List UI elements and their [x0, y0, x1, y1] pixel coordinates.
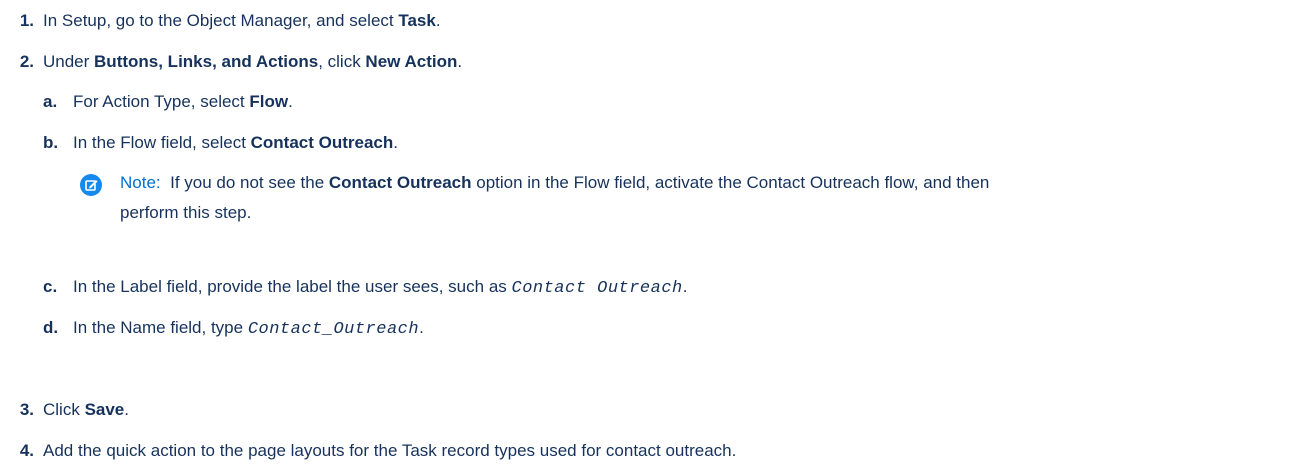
- text-run: option in the Flow field, activate the C…: [471, 173, 990, 192]
- edit-note-icon: [80, 174, 102, 196]
- step-number: c.: [43, 277, 58, 296]
- text-run: , click: [318, 52, 366, 71]
- text-run: Click: [43, 400, 85, 419]
- step-number: 1.: [19, 11, 34, 30]
- step-text: Click Save.: [43, 398, 129, 422]
- code-text: Contact Outreach: [511, 279, 683, 298]
- step-text: Under Buttons, Links, and Actions, click…: [43, 50, 462, 74]
- code-text: Contact_Outreach: [247, 320, 420, 339]
- bold-text: New Action: [365, 52, 458, 71]
- note-label: Note:: [120, 173, 161, 192]
- bold-text: Flow: [249, 92, 289, 111]
- step-text: In the Label field, provide the label th…: [73, 275, 687, 301]
- text-run: In Setup, go to the Object Manager, and …: [43, 11, 399, 30]
- text-run: .: [393, 133, 399, 152]
- text-run: .: [124, 400, 129, 419]
- step-number: a.: [43, 92, 58, 111]
- text-run: .: [419, 318, 424, 337]
- text-run: .: [435, 11, 441, 30]
- text-run: In the Flow field, select: [73, 133, 251, 152]
- text-run: For Action Type, select: [73, 92, 250, 111]
- text-run: In the Name field, type: [73, 318, 248, 337]
- step-text: In Setup, go to the Object Manager, and …: [43, 9, 441, 33]
- bold-text: Contact Outreach: [328, 173, 472, 192]
- step-number: b.: [43, 133, 59, 152]
- step-number: d.: [43, 318, 59, 337]
- bold-text: Save: [84, 400, 125, 419]
- text-run: .: [682, 277, 688, 296]
- bold-text: Buttons, Links, and Actions: [94, 52, 319, 71]
- step-text: In the Flow field, select Contact Outrea…: [73, 131, 398, 155]
- text-run: .: [288, 92, 293, 111]
- text-run: Under: [43, 52, 95, 71]
- note-text: Note: If you do not see the Contact Outr…: [120, 171, 989, 195]
- bold-text: Task: [398, 11, 436, 30]
- step-text: In the Name field, type Contact_Outreach…: [73, 316, 424, 342]
- text-run: In the Label field, provide the label th…: [73, 277, 512, 296]
- step-number: 4.: [19, 441, 34, 460]
- text-run: If you do not see the: [170, 173, 329, 192]
- note-text-line-2: perform this step.: [120, 203, 252, 222]
- step-number: 2.: [19, 52, 34, 71]
- text-run: .: [457, 52, 463, 71]
- step-text: Add the quick action to the page layouts…: [43, 441, 737, 460]
- step-text: For Action Type, select Flow.: [73, 90, 293, 114]
- note-callout: Note: If you do not see the Contact Outr…: [80, 171, 1280, 231]
- step-number: 3.: [19, 400, 34, 419]
- bold-text: Contact Outreach: [250, 133, 394, 152]
